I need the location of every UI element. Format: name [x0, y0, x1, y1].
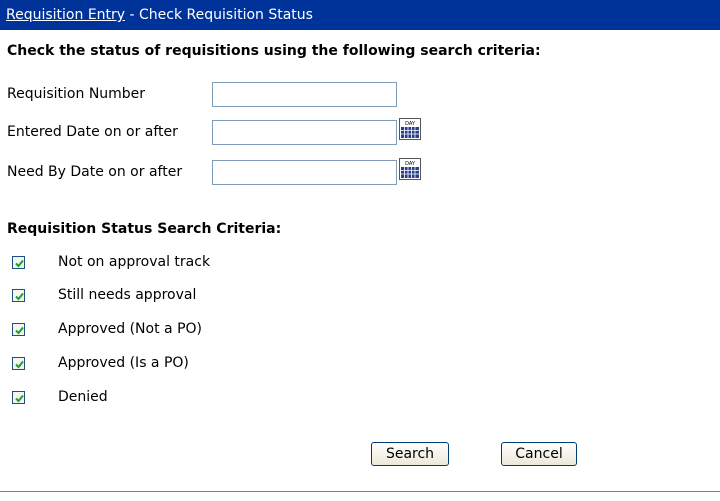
checkmark-icon [15, 326, 24, 335]
not-on-approval-track-checkbox[interactable] [12, 256, 25, 269]
need-by-date-label: Need By Date on or after [7, 164, 183, 180]
checkmark-icon [15, 394, 24, 403]
calendar-icon-text: DAY [405, 161, 416, 167]
status-criteria-heading: Requisition Status Search Criteria: [7, 221, 282, 237]
entered-date-label: Entered Date on or after [7, 124, 178, 140]
checkmark-icon [15, 360, 24, 369]
approved-not-a-po-label: Approved (Not a PO) [58, 321, 202, 337]
breadcrumb-requisition-entry-link[interactable]: Requisition Entry [6, 7, 125, 23]
entered-date-calendar-icon[interactable]: DAY [399, 118, 421, 140]
still-needs-approval-checkbox[interactable] [12, 289, 25, 302]
breadcrumb-separator: - [125, 7, 140, 23]
requisition-number-input[interactable] [212, 82, 397, 107]
requisition-number-label: Requisition Number [7, 86, 146, 102]
still-needs-approval-label: Still needs approval [58, 287, 197, 303]
not-on-approval-track-label: Not on approval track [58, 254, 211, 270]
need-by-date-calendar-icon[interactable]: DAY [399, 158, 421, 180]
entered-date-input[interactable] [212, 120, 397, 145]
denied-label: Denied [58, 389, 108, 405]
need-by-date-input[interactable] [212, 160, 397, 185]
approved-not-a-po-checkbox[interactable] [12, 323, 25, 336]
search-button[interactable]: Search [371, 442, 449, 466]
search-criteria-heading: Check the status of requisitions using t… [7, 43, 541, 59]
bottom-divider [0, 491, 720, 492]
approved-is-a-po-label: Approved (Is a PO) [58, 355, 189, 371]
calendar-icon-text: DAY [405, 121, 416, 127]
page-title: Check Requisition Status [139, 7, 313, 23]
approved-is-a-po-checkbox[interactable] [12, 357, 25, 370]
denied-checkbox[interactable] [12, 391, 25, 404]
checkmark-icon [15, 259, 24, 268]
checkmark-icon [15, 292, 24, 301]
title-bar: Requisition Entry - Check Requisition St… [0, 0, 720, 30]
cancel-button[interactable]: Cancel [501, 442, 577, 466]
